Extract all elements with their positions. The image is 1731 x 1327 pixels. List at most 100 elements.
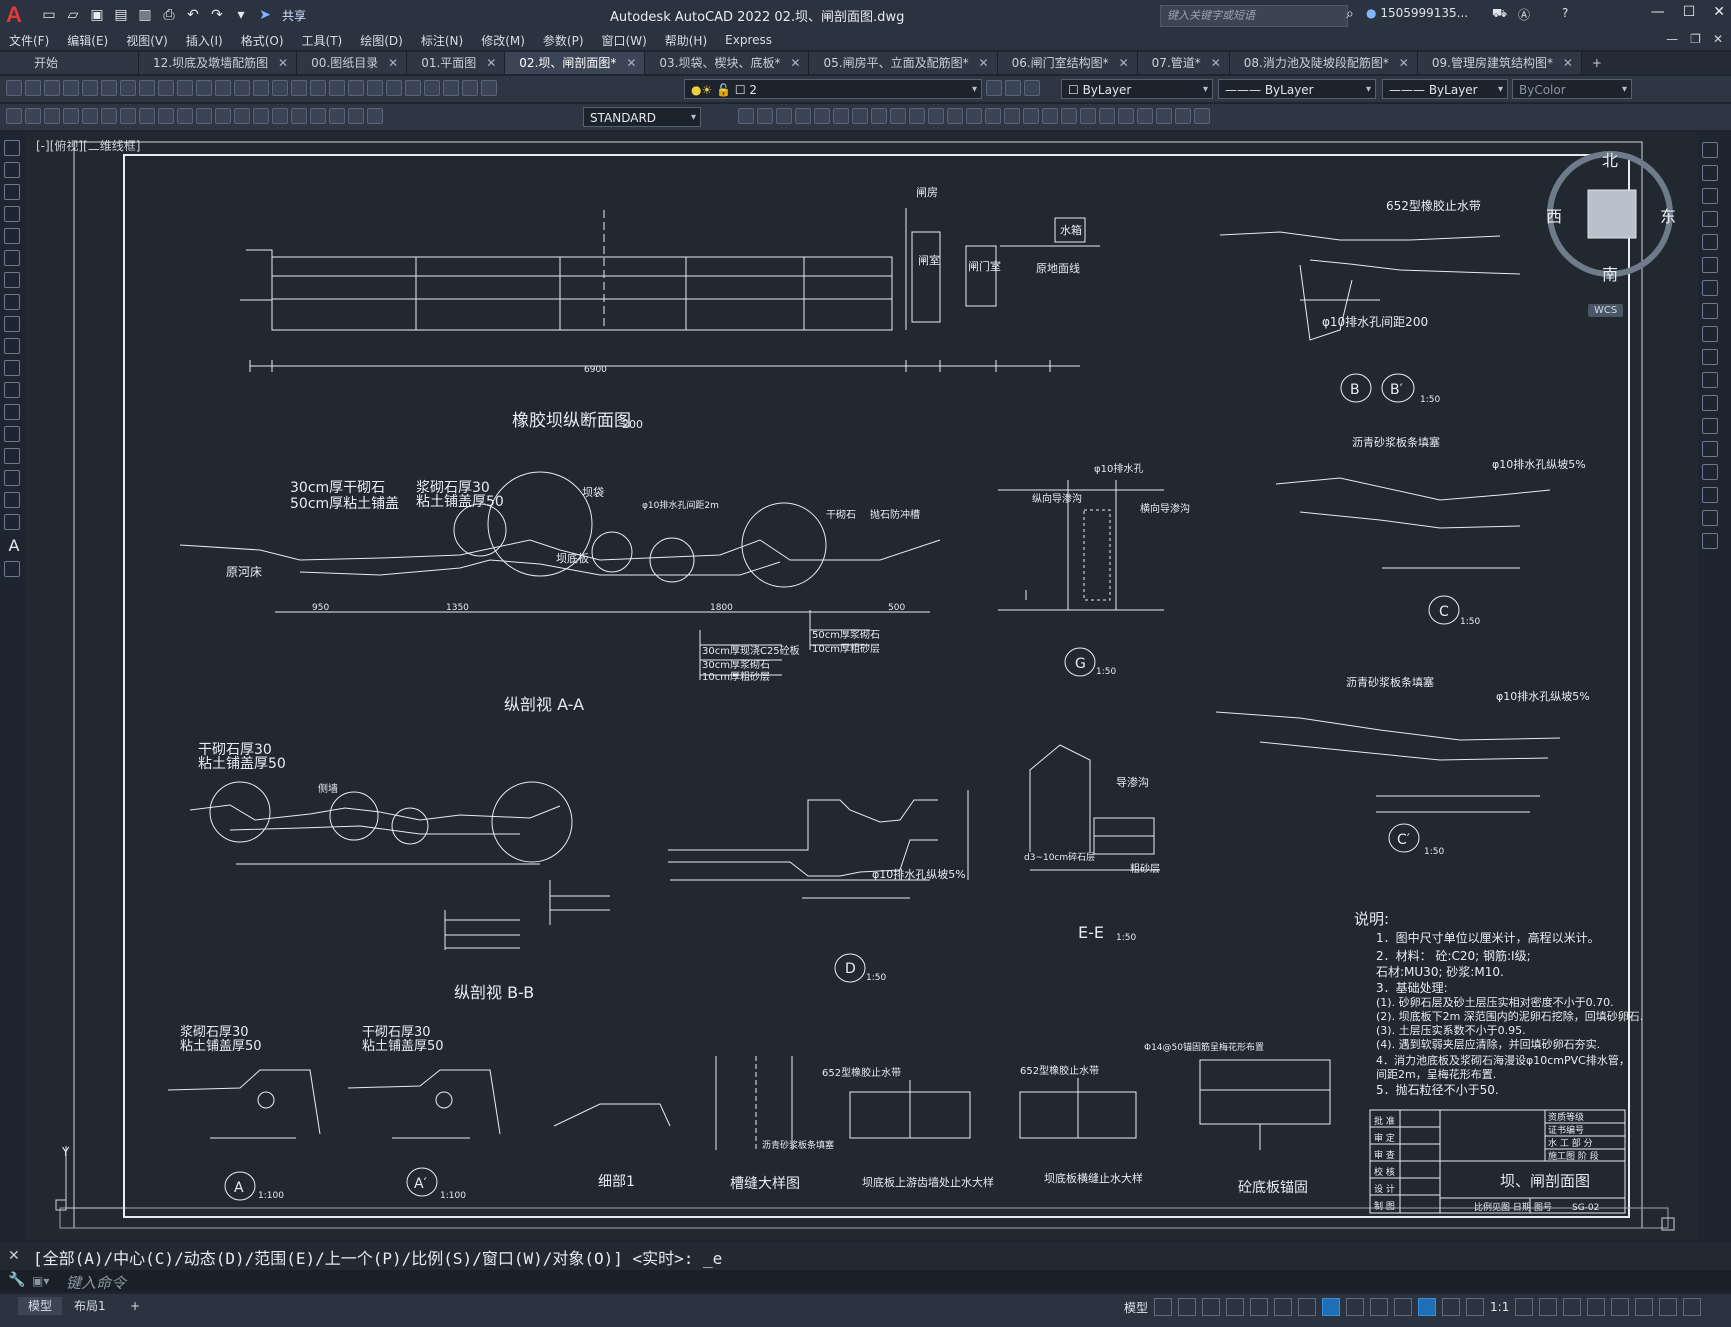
auto-scale-icon[interactable] [1442,1298,1461,1316]
ortho-icon[interactable] [1226,1298,1245,1316]
detail-ee-scale: 1:50 [1116,933,1136,943]
detail-g-title: G [1075,656,1086,672]
wcs-menu[interactable]: WCS [1588,304,1624,317]
drain10-label: φ10排水孔 [1094,462,1143,475]
units-icon[interactable] [1563,1298,1582,1316]
v-drain-label: 纵向导渗沟 [1032,492,1082,505]
workspace-gear-icon[interactable] [1515,1298,1534,1316]
stop1-title: 坝底板上游齿墙处止水大样 [862,1175,994,1189]
tb-stage4: 施工图 阶 段 [1548,1150,1599,1162]
detail-c-scale: 1:50 [1460,617,1480,627]
stone-bed-label: d3~10cm碎石层 [1024,851,1095,863]
drain5-label: φ10排水孔纵坡5% [872,867,966,881]
model-layout-tab[interactable]: 模型 [18,1297,63,1315]
drain-hole-label: φ10排水孔间距2m [642,499,719,511]
dam-house-label: 闸房 [916,186,938,199]
detail-cp-scale: 1:50 [1424,847,1444,857]
command-close-icon[interactable]: ✕ [8,1248,20,1264]
ucs-icon [65,1146,126,1209]
detail-b-title: B [1350,382,1360,398]
dynamic-input-icon[interactable] [1202,1298,1221,1316]
isolate-objects-icon[interactable] [1611,1298,1630,1316]
tb-stage3: 水 工 部 分 [1548,1137,1593,1149]
tb-row: 批 准 [1374,1115,1395,1127]
note-line: (1). 砂卵石层及砂土层压实相对密度不小于0.70. [1376,995,1614,1009]
note-line: (4). 遇到软弱夹层应清除，并回填砂卵石夯实. [1376,1037,1600,1051]
asphalt-c-label: 沥青砂浆板条填塞 [1352,435,1440,449]
selection-cycling-icon[interactable] [1394,1298,1413,1316]
annotation-scale-value[interactable]: 1:1 [1490,1300,1509,1314]
command-input-bar [0,1270,1731,1292]
clay-top50-label: 粘土铺盖厚50 [198,756,286,772]
waterstop-1-label: 652型橡胶止水带 [822,1066,901,1079]
annotation-scale-icon[interactable] [1466,1298,1485,1316]
lineweight-icon[interactable] [1346,1298,1365,1316]
ucs-y-label: Y [61,1145,70,1159]
drain5-c-label: φ10排水孔纵坡5% [1492,457,1586,471]
asphalt-joint-label: 沥青砂浆板条填塞 [762,1139,834,1151]
compass-west[interactable]: 西 [1546,207,1562,226]
c25-label: 30cm厚现浇C25砼板 [702,644,800,657]
detail-d-title: D [845,961,856,977]
tb-row: 校 核 [1374,1166,1395,1178]
dam-bag-label: 坝袋 [582,485,604,499]
add-layout-icon[interactable]: + [120,1297,150,1315]
dim-950: 950 [312,603,329,613]
model-space-button[interactable]: 模型 [1124,1299,1148,1316]
command-recent-icon[interactable]: ▣▾ [32,1274,49,1288]
dry30-ap-label: 干砌石厚30 [362,1025,431,1040]
grid-icon[interactable] [1154,1298,1173,1316]
command-input[interactable]: 键入命令 [66,1272,126,1293]
detail-ee-title: E-E [1078,923,1104,942]
annotation-visibility-icon[interactable] [1418,1298,1437,1316]
isodraft-icon[interactable] [1274,1298,1293,1316]
annotation-monitor-icon[interactable] [1539,1298,1558,1316]
transparency-icon[interactable] [1370,1298,1389,1316]
tb-row: 审 查 [1374,1149,1395,1161]
detail-a-scale: 1:100 [258,1191,284,1201]
graphics-performance-icon[interactable] [1635,1298,1654,1316]
wrench-icon[interactable]: 🔧 [8,1272,25,1288]
detail-g-scale: 1:50 [1096,667,1116,677]
dim-1350: 1350 [446,603,469,613]
mortar30-a-label: 浆砌石厚30 [180,1025,249,1040]
tb-stage1: 资质等级 [1548,1111,1584,1123]
notes-heading: 说明: [1354,910,1389,928]
note-line: 1．图中尺寸单位以厘米计，高程以米计。 [1376,930,1600,945]
snap-icon[interactable] [1178,1298,1197,1316]
compass-south[interactable]: 南 [1602,265,1618,284]
joint-title: 槽缝大样图 [730,1176,800,1192]
detail-cp [1215,711,1561,813]
note-line: 2．材料： 砼:C20; 钢筋:I级; [1376,948,1531,963]
sand10-label: 10cm厚粗砂层 [702,670,770,683]
viewcube-face[interactable] [1587,189,1637,239]
drawing-svg: 闸房 闸室 闸门室 水箱 原地面线 6900 橡胶坝纵断面图 200 30cm厚… [55,141,1676,1231]
tb-stage2: 证书编号 [1548,1124,1584,1136]
tb-drawing-no: SG-02 [1572,1203,1599,1213]
compass-north[interactable]: 北 [1602,151,1618,170]
quick-properties-icon[interactable] [1587,1298,1606,1316]
riverbed-label: 原河床 [226,565,262,579]
sand10b-label: 10cm厚粗砂层 [812,642,880,655]
pvc-label: Φ14@50锚固筋呈梅花形布置 [1144,1041,1264,1053]
object-snap-tracking-icon[interactable] [1298,1298,1317,1316]
dam-slab-label: 坝底板 [556,551,589,565]
anti-scour-label: 抛石防冲槽 [870,508,920,521]
gate-well-label: 闸门室 [968,259,1001,273]
waterstop-2-label: 652型橡胶止水带 [1020,1064,1099,1077]
compass-east[interactable]: 东 [1660,207,1676,226]
orig-ground-label: 原地面线 [1036,261,1080,275]
osnap-icon[interactable] [1322,1298,1341,1316]
clean-screen-icon[interactable] [1659,1298,1678,1316]
h-drain-label: 横向导渗沟 [1140,502,1190,515]
layout1-tab[interactable]: 布局1 [64,1297,116,1315]
filter-label: 粗砂层 [1130,862,1160,875]
section-aa-title: 纵剖视 A-A [504,695,584,714]
detail-d-scale: 1:50 [866,973,886,983]
detail-ee [1029,744,1160,871]
note-line: 3．基础处理: [1376,981,1448,995]
note-line: 石材:MU30; 砂浆:M10. [1376,964,1504,979]
customization-icon[interactable] [1683,1298,1702,1316]
dim-500: 500 [888,603,905,613]
polar-icon[interactable] [1250,1298,1269,1316]
